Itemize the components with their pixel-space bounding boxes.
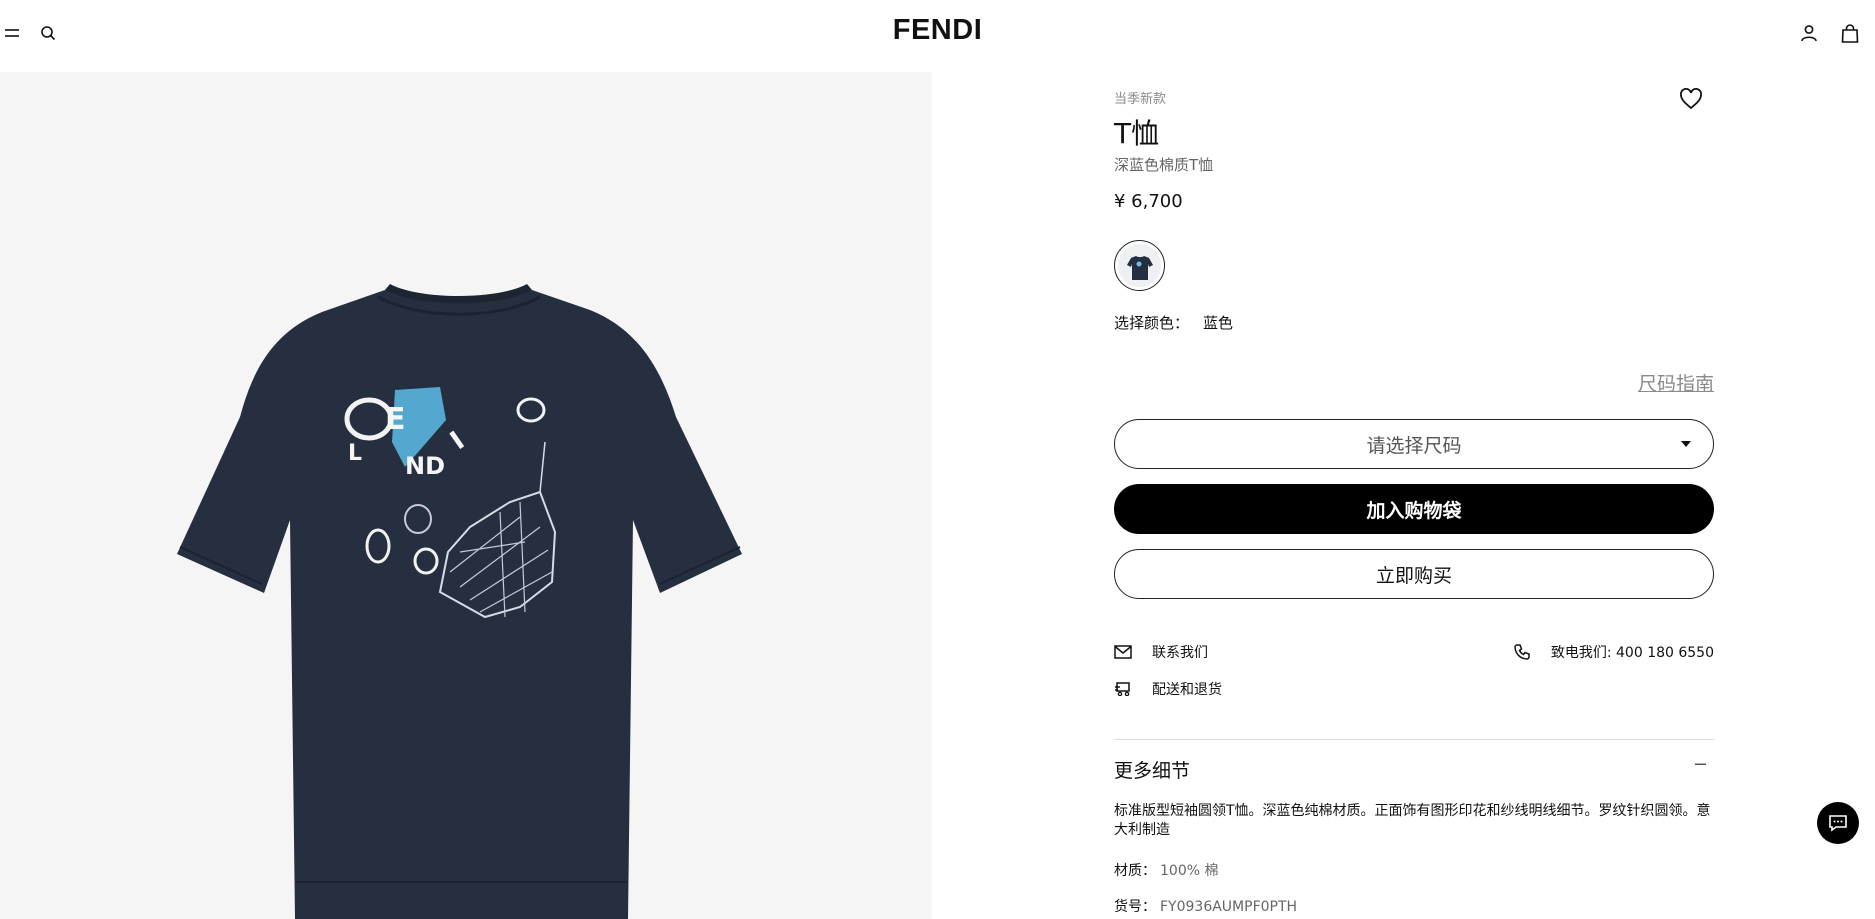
sku-label: 货号：	[1114, 899, 1156, 915]
color-value: 蓝色	[1203, 314, 1234, 332]
chevron-down-icon	[1681, 441, 1691, 447]
material-value: 100% 棉	[1160, 863, 1219, 879]
color-label: 选择颜色：	[1114, 314, 1190, 332]
product-title: T恤	[1114, 117, 1160, 150]
product-price: ¥ 6,700	[1114, 191, 1183, 212]
chat-button[interactable]	[1817, 802, 1859, 844]
color-swatch-blue[interactable]	[1114, 240, 1165, 291]
product-description: 标准版型短袖圆领T恤。深蓝色纯棉材质。正面饰有图形印花和纱线明线细节。罗纹针织圆…	[1114, 803, 1711, 838]
product-image: E I L ND	[177, 284, 742, 919]
shipping-returns-link[interactable]: 配送和退货	[1114, 679, 1222, 699]
svg-text:L: L	[348, 441, 362, 466]
shipping-returns-label: 配送和退货	[1152, 682, 1222, 698]
site-header: FENDI	[0, 0, 1875, 72]
material-label: 材质：	[1114, 863, 1156, 879]
phone-icon	[1514, 644, 1530, 660]
mail-icon	[1114, 645, 1132, 659]
new-season-tag: 当季新款	[1114, 92, 1167, 107]
account-icon[interactable]	[1798, 22, 1820, 44]
svg-text:E: E	[385, 402, 406, 437]
more-details-accordion[interactable]: 更多细节 −	[1114, 754, 1714, 784]
section-divider	[1114, 739, 1714, 740]
menu-icon[interactable]	[1, 22, 23, 44]
swatch-thumbnail	[1118, 244, 1161, 287]
more-details-heading: 更多细节	[1114, 760, 1191, 782]
buy-now-button[interactable]: 立即购买	[1114, 549, 1714, 599]
shopping-bag-icon[interactable]	[1839, 22, 1861, 44]
color-selection-line: 选择颜色： 蓝色	[1114, 312, 1233, 333]
product-image-gallery[interactable]: E I L ND	[0, 72, 932, 919]
search-icon[interactable]	[37, 22, 59, 44]
chat-bubble-icon	[1829, 815, 1847, 832]
brand-logo[interactable]: FENDI	[893, 14, 983, 46]
delivery-truck-icon	[1115, 682, 1130, 696]
product-subtitle: 深蓝色棉质T恤	[1114, 156, 1214, 174]
wishlist-heart-icon[interactable]	[1679, 88, 1705, 114]
contact-us-link[interactable]: 联系我们	[1114, 642, 1208, 662]
sku-value: FY0936AUMPF0PTH	[1160, 899, 1298, 915]
sku-spec: 货号： FY0936AUMPF0PTH	[1114, 896, 1297, 916]
call-us-label: 致电我们: 400 180 6550	[1550, 645, 1714, 661]
size-select-placeholder: 请选择尺码	[1366, 434, 1462, 457]
collapse-icon: −	[1692, 754, 1708, 775]
call-us-link[interactable]: 致电我们: 400 180 6550	[1513, 642, 1714, 662]
svg-text:ND: ND	[405, 452, 445, 480]
add-to-bag-button[interactable]: 加入购物袋	[1114, 484, 1714, 534]
size-guide-link[interactable]: 尺码指南	[1638, 369, 1714, 396]
contact-us-label: 联系我们	[1152, 645, 1208, 661]
material-spec: 材质： 100% 棉	[1114, 860, 1218, 880]
size-select-dropdown[interactable]: 请选择尺码	[1114, 419, 1714, 469]
